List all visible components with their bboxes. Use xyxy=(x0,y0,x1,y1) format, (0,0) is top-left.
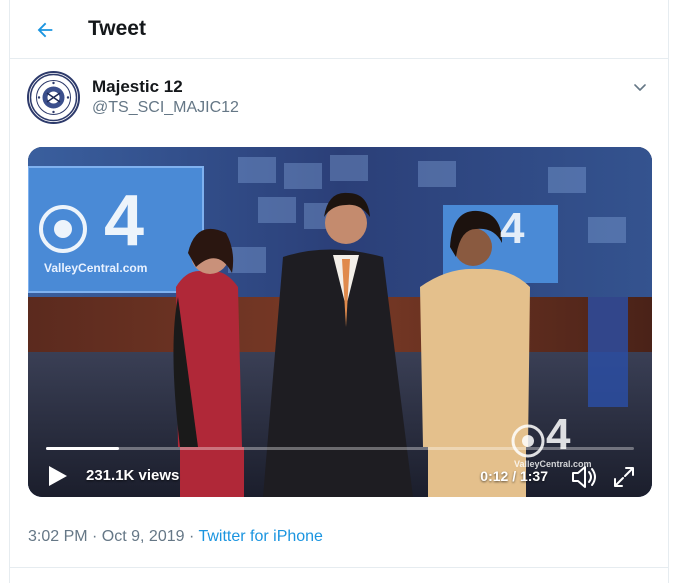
channel-site-label: ValleyCentral.com xyxy=(44,261,148,275)
progress-bar[interactable] xyxy=(46,447,634,450)
divider xyxy=(10,567,668,568)
user-handle[interactable]: @TS_SCI_MAJIC12 xyxy=(92,99,239,117)
channel-logo-small: 4 xyxy=(500,204,525,253)
tweet-timestamp[interactable]: 3:02 PM · Oct 9, 2019 · xyxy=(28,528,198,545)
back-button[interactable] xyxy=(26,11,64,49)
video-player[interactable]: 4 ValleyCentral.com 4 4 ValleyCentral.co… xyxy=(28,147,652,497)
tweet-column: Tweet Majestic 12 @TS_SCI_MAJIC12 4 Vall… xyxy=(9,0,669,583)
seal-logo-icon xyxy=(29,73,78,122)
page-title: Tweet xyxy=(88,17,146,40)
volume-muted-icon xyxy=(572,466,596,488)
avatar[interactable] xyxy=(27,71,80,124)
chevron-down-icon xyxy=(634,84,646,91)
progress-fill xyxy=(46,447,119,450)
tweet-meta: 3:02 PM · Oct 9, 2019 · Twitter for iPho… xyxy=(28,528,323,546)
fullscreen-button[interactable] xyxy=(612,465,636,489)
volume-button[interactable] xyxy=(570,463,600,491)
channel-logo: 4 xyxy=(104,185,144,257)
tweet-source-link[interactable]: Twitter for iPhone xyxy=(198,528,323,545)
video-controls: 231.1K views 0:12 / 1:37 xyxy=(28,427,652,497)
view-count: 231.1K views xyxy=(86,467,180,484)
play-icon xyxy=(49,466,67,486)
video-time: 0:12 / 1:37 xyxy=(480,468,548,484)
play-button[interactable] xyxy=(44,463,70,489)
arrow-left-icon xyxy=(37,22,53,38)
channel-number: 4 xyxy=(104,181,145,261)
display-name[interactable]: Majestic 12 xyxy=(92,77,183,97)
tweet-author: Majestic 12 @TS_SCI_MAJIC12 xyxy=(10,59,668,139)
expand-icon xyxy=(614,467,634,487)
more-options-button[interactable] xyxy=(628,75,652,99)
page-header: Tweet xyxy=(10,0,668,59)
